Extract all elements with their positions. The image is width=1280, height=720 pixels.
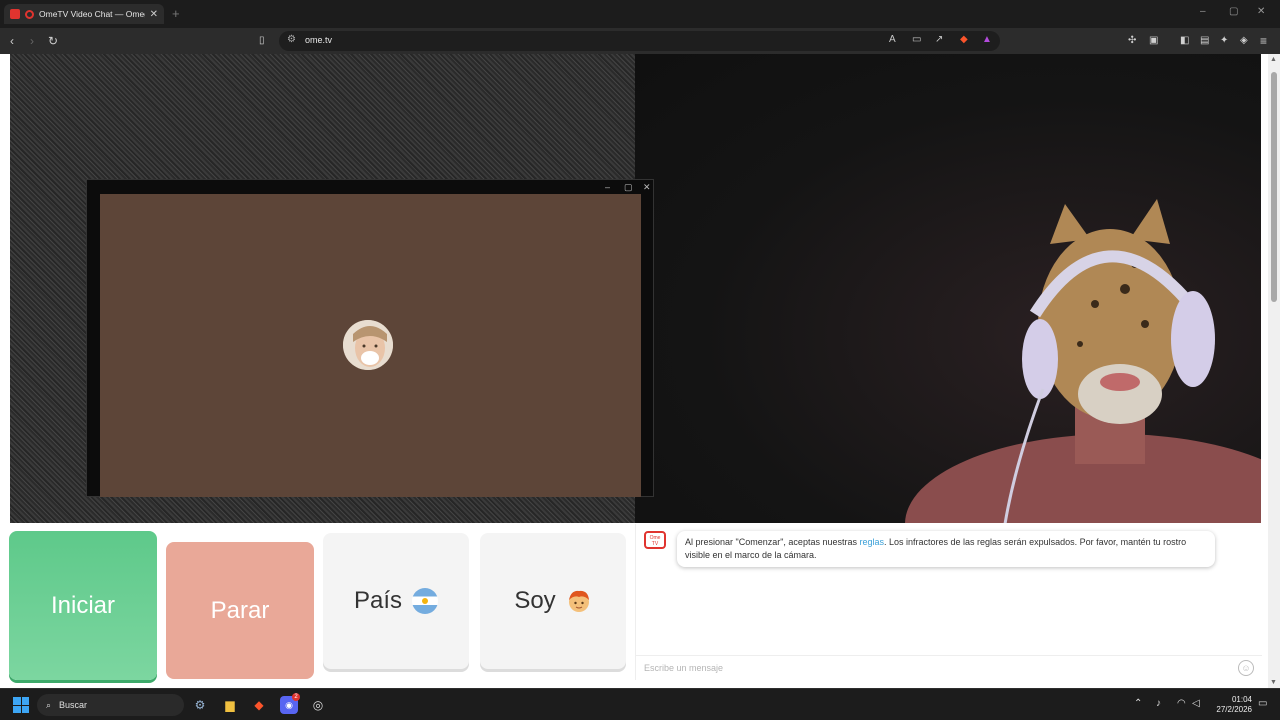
browser-titlebar: OmeTV Video Chat — Omeg ✕ + – ▢ ✕ bbox=[0, 0, 1280, 28]
url-text[interactable]: ome.tv bbox=[305, 35, 332, 45]
avatar-face-icon bbox=[343, 320, 393, 370]
self-video bbox=[635, 54, 1261, 523]
system-clock[interactable]: 01:04 27/2/2026 bbox=[1212, 695, 1252, 715]
search-label: Buscar bbox=[59, 700, 88, 710]
maximize-button[interactable]: ▢ bbox=[1229, 6, 1238, 17]
country-button-label: País bbox=[353, 587, 403, 614]
pip-close-button[interactable]: ✕ bbox=[643, 182, 651, 193]
scroll-down-icon[interactable]: ▼ bbox=[1270, 679, 1277, 686]
emoji-icon[interactable]: ☺ bbox=[1238, 660, 1254, 676]
stop-button[interactable]: Parar bbox=[166, 542, 314, 679]
browser-toolbar: ‹ › ↻ ▯ ⚙ ome.tv A ▭ ↗ ◆ ▲ ✣ ▣ ◧ ▤ ✦ ◈ ≡ bbox=[0, 28, 1280, 54]
pip-maximize-button[interactable]: ▢ bbox=[624, 182, 633, 193]
menu-icon[interactable]: ≡ bbox=[1260, 33, 1267, 49]
tab-title: OmeTV Video Chat — Omeg bbox=[39, 9, 145, 19]
forward-icon[interactable]: › bbox=[30, 33, 34, 49]
tab-close-button[interactable]: ✕ bbox=[150, 9, 158, 20]
cast-icon[interactable]: ▭ bbox=[912, 34, 921, 45]
youtube-icon bbox=[10, 9, 20, 19]
system-message: Al presionar "Comenzar", aceptas nuestra… bbox=[677, 531, 1215, 567]
wifi-icon[interactable]: ◠ bbox=[1177, 698, 1186, 709]
discord-badge: 2 bbox=[292, 693, 300, 701]
logo-text-bottom: TV bbox=[651, 541, 659, 547]
picture-in-picture-window[interactable]: – ▢ ✕ bbox=[86, 179, 654, 497]
page-scrollbar[interactable]: ▲ ▼ bbox=[1268, 54, 1280, 688]
back-icon[interactable]: ‹ bbox=[10, 33, 14, 49]
avatar bbox=[343, 320, 393, 370]
browser-tab[interactable]: OmeTV Video Chat — Omeg ✕ bbox=[4, 4, 164, 24]
volume-icon[interactable]: ◁ bbox=[1192, 698, 1200, 709]
gender-button-label: Soy bbox=[514, 587, 556, 614]
close-window-button[interactable]: ✕ bbox=[1257, 6, 1265, 17]
pip-minimize-button[interactable]: – bbox=[605, 182, 610, 192]
minimize-button[interactable]: – bbox=[1200, 6, 1206, 17]
self-camera-image bbox=[905, 199, 1261, 523]
message-input-placeholder: Escribe un mensaje bbox=[644, 663, 724, 673]
pip-video-area bbox=[100, 194, 641, 497]
reload-icon[interactable]: ↻ bbox=[48, 33, 58, 49]
taskbar-search[interactable]: ⌕ Buscar bbox=[37, 694, 184, 716]
settings-icon[interactable]: ⚙ bbox=[191, 696, 209, 714]
clock-time: 01:04 bbox=[1231, 695, 1252, 704]
windows-taskbar: ⌕ Buscar ⚙ ▆ ◆ ◉ 2 ◎ ⌃ ♪ ◠ ◁ 01:04 27/2/… bbox=[0, 688, 1280, 720]
microphone-icon[interactable]: ♪ bbox=[1156, 698, 1161, 709]
scrollbar-thumb[interactable] bbox=[1271, 72, 1277, 302]
country-button[interactable]: País bbox=[323, 533, 469, 669]
clock-date: 27/2/2026 bbox=[1216, 705, 1252, 714]
start-button[interactable]: Iniciar bbox=[9, 531, 157, 680]
extensions-icon[interactable]: ✣ bbox=[1128, 33, 1136, 49]
message-text-pre: Al presionar "Comenzar", aceptas nuestra… bbox=[685, 537, 860, 547]
tab-search-icon[interactable]: ▣ bbox=[1149, 33, 1158, 49]
gender-button[interactable]: Soy bbox=[480, 533, 626, 669]
brave-shields-icon[interactable]: ◆ bbox=[960, 34, 968, 45]
search-icon: ⌕ bbox=[46, 699, 52, 710]
tray-chevron-icon[interactable]: ⌃ bbox=[1134, 698, 1142, 709]
vpn-icon[interactable]: ◈ bbox=[1240, 33, 1248, 49]
stop-button-label: Parar bbox=[210, 596, 270, 624]
start-button-label: Iniciar bbox=[50, 591, 116, 619]
windows-start-icon[interactable] bbox=[13, 697, 29, 713]
brave-browser-icon[interactable]: ◆ bbox=[250, 696, 268, 714]
sidebar-icon[interactable]: ◧ bbox=[1180, 33, 1189, 49]
address-bar[interactable]: ⚙ ome.tv A ▭ ↗ ◆ ▲ bbox=[279, 31, 1000, 51]
notification-icon[interactable]: ▭ bbox=[1258, 698, 1267, 709]
obs-icon[interactable]: ◎ bbox=[309, 696, 327, 714]
rules-link[interactable]: reglas bbox=[859, 537, 884, 547]
web-page: – ▢ ✕ Iniciar Parar País Soy Ome TV Al p… bbox=[0, 54, 1280, 688]
chat-panel: Ome TV Al presionar "Comenzar", aceptas … bbox=[635, 524, 1262, 680]
leo-ai-icon[interactable]: ✦ bbox=[1220, 33, 1228, 49]
site-settings-icon[interactable]: ⚙ bbox=[287, 34, 296, 45]
new-tab-button[interactable]: + bbox=[172, 6, 180, 21]
brave-rewards-icon[interactable]: ▲ bbox=[982, 34, 992, 45]
recording-icon bbox=[25, 9, 34, 19]
share-icon[interactable]: ↗ bbox=[935, 34, 943, 45]
bookmark-icon[interactable]: ▯ bbox=[259, 33, 265, 49]
translate-icon[interactable]: A bbox=[889, 34, 896, 45]
message-input[interactable]: Escribe un mensaje ☺ bbox=[636, 655, 1262, 680]
boy-emoji-icon bbox=[568, 590, 589, 612]
ometv-logo: Ome TV bbox=[644, 531, 666, 549]
wallet-icon[interactable]: ▤ bbox=[1200, 33, 1209, 49]
argentina-flag-icon bbox=[412, 588, 439, 614]
file-explorer-icon[interactable]: ▆ bbox=[221, 696, 239, 714]
scroll-up-icon[interactable]: ▲ bbox=[1270, 56, 1277, 63]
